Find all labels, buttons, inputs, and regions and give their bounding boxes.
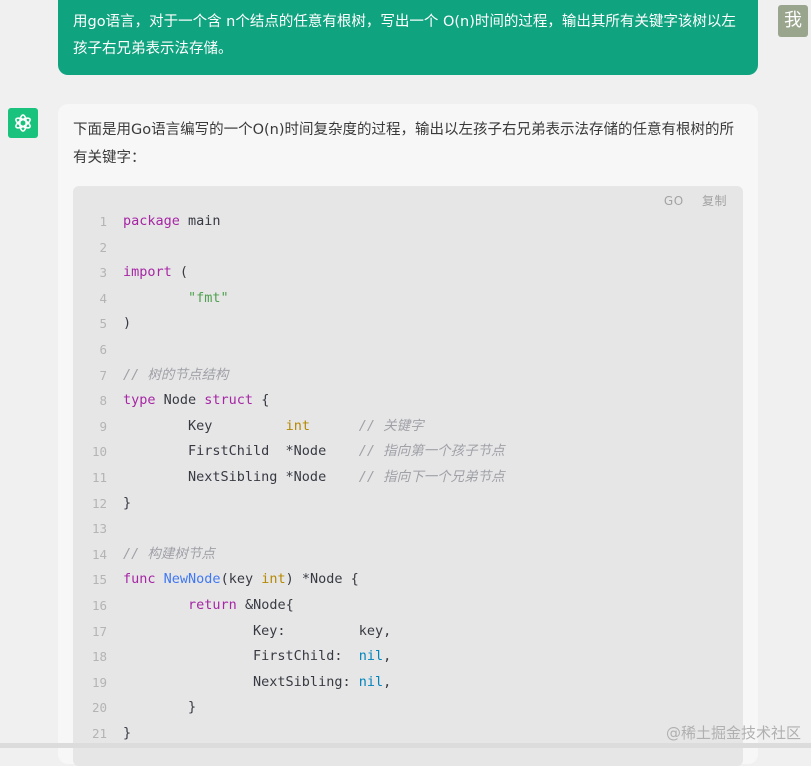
- copy-code-button[interactable]: 复制: [702, 194, 727, 208]
- code-language-label: GO: [663, 194, 684, 208]
- line-number: 16: [91, 597, 107, 613]
- code-block: GO 复制 1 package main 2 3 import (4 "fmt" 5) 6 7…: [73, 186, 743, 766]
- code-line: 14 // 构建树节点: [73, 542, 743, 568]
- code-text: ): [123, 315, 132, 332]
- code-lines: 1 package main 2 3 import (4 "fmt" 5) 6 7// 树的节…: [73, 209, 743, 746]
- code-text: }: [123, 699, 197, 716]
- line-number: 11: [91, 469, 107, 485]
- code-line: 19 NextSibling: nil,: [73, 670, 743, 696]
- user-message-text: 用go语言，对于一个含 n个结点的任意有根树，写出一个 O(n)时间的过程，输出…: [73, 14, 736, 57]
- code-text: Key: key,: [123, 622, 392, 639]
- assistant-message-card: 下面是用Go语言编写的一个O(n)时间复杂度的过程，输出以左孩子右兄弟表示法存储…: [58, 104, 758, 766]
- code-line: 9 Key int // 关键字: [73, 414, 743, 440]
- code-text: FirstChild: nil,: [123, 648, 392, 665]
- code-text: // 构建树节点: [123, 545, 215, 562]
- line-number: 3: [99, 265, 107, 281]
- user-avatar: 我: [778, 5, 808, 37]
- line-number: 17: [91, 623, 107, 639]
- openai-logo-icon: [15, 114, 31, 132]
- line-number: 10: [91, 444, 107, 460]
- line-number: 18: [91, 649, 107, 665]
- code-line: 20 }: [73, 695, 743, 721]
- code-line: 5): [73, 311, 743, 337]
- line-number: 5: [99, 316, 107, 332]
- horizontal-scrollbar[interactable]: [0, 743, 811, 748]
- line-number: 19: [91, 674, 107, 690]
- user-avatar-label: 我: [784, 10, 802, 31]
- line-number: 6: [99, 341, 107, 357]
- code-text: func NewNode(key int) *Node {: [123, 571, 359, 588]
- code-line: 17 Key: key,: [73, 619, 743, 645]
- code-text: NextSibling *Node // 指向下一个兄弟节点: [123, 468, 505, 485]
- watermark: @稀土掘金技术社区: [665, 724, 801, 742]
- line-number: 1: [99, 214, 107, 229]
- line-number: 8: [99, 393, 107, 409]
- code-line: 2: [73, 235, 743, 261]
- user-message-bubble: 用go语言，对于一个含 n个结点的任意有根树，写出一个 O(n)时间的过程，输出…: [58, 0, 758, 75]
- code-line: 16 return &Node{: [73, 593, 743, 619]
- line-number: 13: [91, 521, 107, 537]
- assistant-intro-text: 下面是用Go语言编写的一个O(n)时间复杂度的过程，输出以左孩子右兄弟表示法存储…: [73, 122, 735, 166]
- code-line: 12}: [73, 491, 743, 517]
- code-line: 15 func NewNode(key int) *Node {: [73, 567, 743, 593]
- code-line: 4 "fmt": [73, 286, 743, 312]
- code-block-header: GO 复制: [664, 192, 727, 209]
- code-text: package main: [123, 213, 221, 229]
- line-number: 15: [91, 572, 107, 588]
- code-text: Key int // 关键字: [123, 417, 424, 434]
- assistant-avatar: [8, 108, 38, 138]
- line-number: 12: [91, 495, 107, 511]
- code-text: // 树的节点结构: [123, 366, 229, 383]
- code-line: 18 FirstChild: nil,: [73, 644, 743, 670]
- code-text: type Node struct {: [123, 392, 270, 409]
- code-line: 7 // 树的节点结构: [73, 363, 743, 389]
- code-text: }: [123, 494, 132, 511]
- code-line: 10 FirstChild *Node // 指向第一个孩子节点: [73, 439, 743, 465]
- code-line: 11 NextSibling *Node // 指向下一个兄弟节点: [73, 465, 743, 491]
- code-line: 1 package main: [73, 209, 743, 235]
- code-text: "fmt": [188, 289, 229, 306]
- line-number: 2: [99, 239, 107, 255]
- code-text: FirstChild *Node // 指向第一个孩子节点: [123, 443, 505, 460]
- line-number: 20: [91, 700, 107, 716]
- code-text: import (: [123, 264, 189, 281]
- code-line: 6: [73, 337, 743, 363]
- line-number: 7: [99, 367, 107, 383]
- code-text: return &Node{: [188, 596, 294, 613]
- code-line: 13: [73, 516, 743, 542]
- line-number: 4: [99, 290, 107, 306]
- line-number: 9: [99, 418, 107, 434]
- code-line: 8 type Node struct {: [73, 388, 743, 414]
- code-line: 3 import (: [73, 260, 743, 286]
- code-text: NextSibling: nil,: [123, 673, 392, 690]
- line-number: 14: [91, 546, 107, 562]
